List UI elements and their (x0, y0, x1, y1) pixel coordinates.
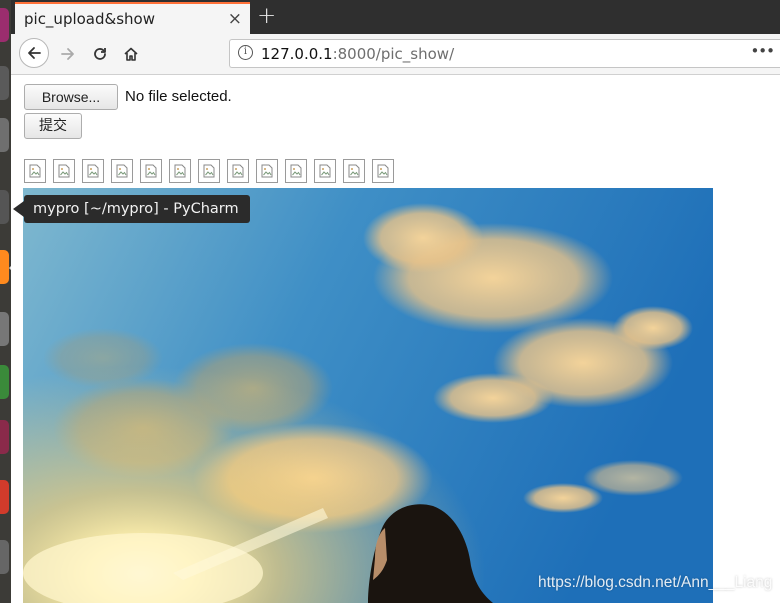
tab-pic-upload[interactable]: pic_upload&show × (15, 2, 250, 34)
reload-icon (94, 48, 106, 60)
broken-image-icon (58, 164, 70, 178)
broken-image-icon (29, 164, 41, 178)
broken-image-thumbnail[interactable] (285, 159, 307, 183)
broken-image-thumbnail[interactable] (24, 159, 46, 183)
broken-image-thumbnail[interactable] (82, 159, 104, 183)
tooltip-arrow (13, 201, 24, 217)
broken-image-thumbnail[interactable] (169, 159, 191, 183)
launcher-item-firefox[interactable] (0, 250, 9, 284)
launcher-item-spreadsheet[interactable] (0, 365, 9, 399)
url-host: 127.0.0.1 (261, 45, 333, 63)
address-bar[interactable]: i 127.0.0.1:8000/pic_show/ ••• (229, 39, 780, 68)
url-text[interactable]: 127.0.0.1:8000/pic_show/ (261, 45, 454, 63)
file-status-text: No file selected. (125, 88, 232, 105)
broken-image-icon (145, 164, 157, 178)
url-path: :8000/pic_show/ (332, 45, 455, 63)
launcher-tooltip: mypro [~/mypro] - PyCharm (24, 195, 250, 223)
broken-image-icon (116, 164, 128, 178)
launcher-item-store[interactable] (0, 480, 9, 514)
launcher-item-app[interactable] (0, 8, 9, 42)
broken-image-thumbnail[interactable] (140, 159, 162, 183)
broken-image-icon (87, 164, 99, 178)
broken-image-icon (377, 164, 389, 178)
broken-image-thumbnail[interactable] (198, 159, 220, 183)
submit-button[interactable]: 提交 (24, 113, 82, 139)
page-actions-icon[interactable]: ••• (750, 42, 775, 60)
broken-image-icon (232, 164, 244, 178)
broken-image-icon (319, 164, 331, 178)
broken-image-thumbnail[interactable] (227, 159, 249, 183)
broken-image-icon (261, 164, 273, 178)
tab-title: pic_upload&show (24, 10, 155, 28)
broken-image-thumbnail[interactable] (343, 159, 365, 183)
launcher-item-software[interactable] (0, 420, 9, 454)
close-tab-icon[interactable]: × (228, 9, 242, 29)
home-icon (124, 47, 138, 61)
tab-bar: pic_upload&show × + (11, 0, 780, 34)
home-button[interactable] (117, 40, 145, 68)
broken-image-icon (174, 164, 186, 178)
uploaded-photo (23, 188, 713, 603)
broken-image-thumbnail[interactable] (314, 159, 336, 183)
back-button[interactable] (19, 38, 49, 68)
broken-image-icon (290, 164, 302, 178)
navigation-toolbar: i 127.0.0.1:8000/pic_show/ ••• (11, 34, 780, 75)
site-info-icon[interactable]: i (238, 45, 253, 60)
arrow-right-icon (61, 48, 74, 60)
new-tab-button[interactable]: + (257, 3, 276, 29)
broken-image-icon (348, 164, 360, 178)
broken-image-thumbnail[interactable] (372, 159, 394, 183)
page-content: Browse... No file selected. 提交 (11, 75, 780, 603)
browse-button[interactable]: Browse... (24, 84, 118, 110)
launcher-item-pycharm[interactable] (0, 190, 9, 224)
broken-image-thumbnail[interactable] (256, 159, 278, 183)
launcher-item-terminal[interactable] (0, 118, 9, 152)
broken-image-thumbnail[interactable] (111, 159, 133, 183)
launcher-item-files[interactable] (0, 66, 9, 100)
broken-image-thumbnail[interactable] (53, 159, 75, 183)
ubuntu-launcher (0, 0, 13, 603)
watermark-text: https://blog.csdn.net/Ann___Liang (538, 574, 773, 591)
arrow-left-icon (28, 47, 41, 59)
launcher-item-settings[interactable] (0, 540, 9, 574)
forward-button[interactable] (54, 40, 82, 68)
reload-button[interactable] (86, 40, 114, 68)
launcher-item-text-editor[interactable] (0, 312, 9, 346)
broken-image-icon (203, 164, 215, 178)
